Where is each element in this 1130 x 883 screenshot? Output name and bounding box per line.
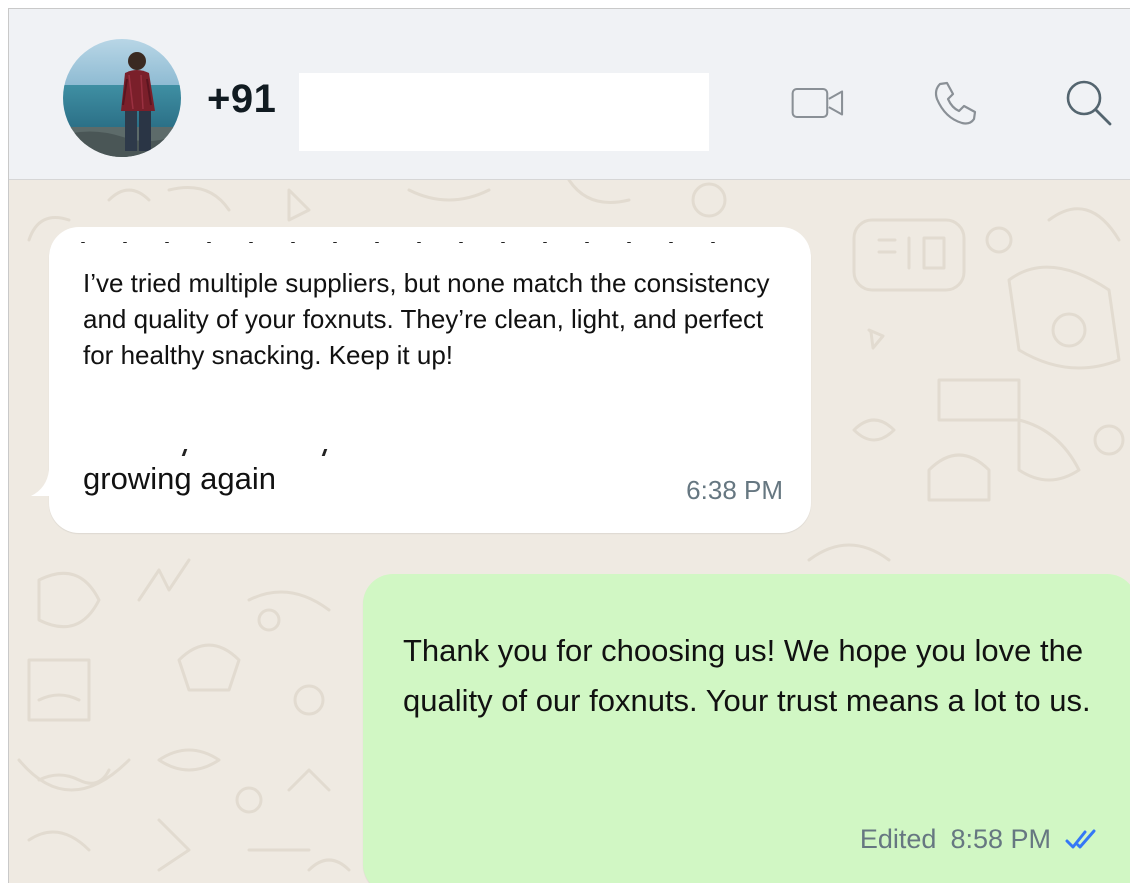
- chat-header: +91: [9, 9, 1130, 180]
- incoming-message-bubble[interactable]: I’ve tried multiple suppliers, but none …: [49, 227, 811, 533]
- outgoing-message-meta: Edited 8:58 PM: [860, 824, 1099, 855]
- redacted-name-area: [299, 73, 709, 151]
- incoming-message-fragment: growing again: [83, 461, 277, 496]
- outgoing-message-text: Thank you for choosing us! We hope you l…: [403, 633, 1091, 718]
- avatar-photo: [63, 39, 181, 157]
- message-area[interactable]: I’ve tried multiple suppliers, but none …: [9, 180, 1130, 883]
- clipped-text-line: [81, 233, 781, 243]
- voice-call-icon[interactable]: [927, 75, 983, 131]
- search-icon[interactable]: [1061, 75, 1117, 131]
- clipped-text-fragment: [123, 449, 423, 457]
- contact-avatar[interactable]: [63, 39, 181, 157]
- edited-label: Edited: [859, 824, 937, 854]
- top-border: [0, 0, 1130, 8]
- chat-window: +91 I’ve tried multiple suppliers, but n…: [8, 8, 1130, 883]
- incoming-message-time: 6:38 PM: [686, 475, 783, 505]
- outgoing-message-bubble[interactable]: Thank you for choosing us! We hope you l…: [363, 574, 1130, 883]
- incoming-message-text: I’ve tried multiple suppliers, but none …: [83, 268, 770, 370]
- video-call-icon[interactable]: [791, 75, 847, 131]
- contact-name[interactable]: +91: [207, 77, 276, 122]
- outgoing-message-time: 8:58 PM: [950, 824, 1051, 854]
- incoming-bubble-tail: [31, 470, 61, 496]
- read-receipt-icon: [1065, 828, 1099, 852]
